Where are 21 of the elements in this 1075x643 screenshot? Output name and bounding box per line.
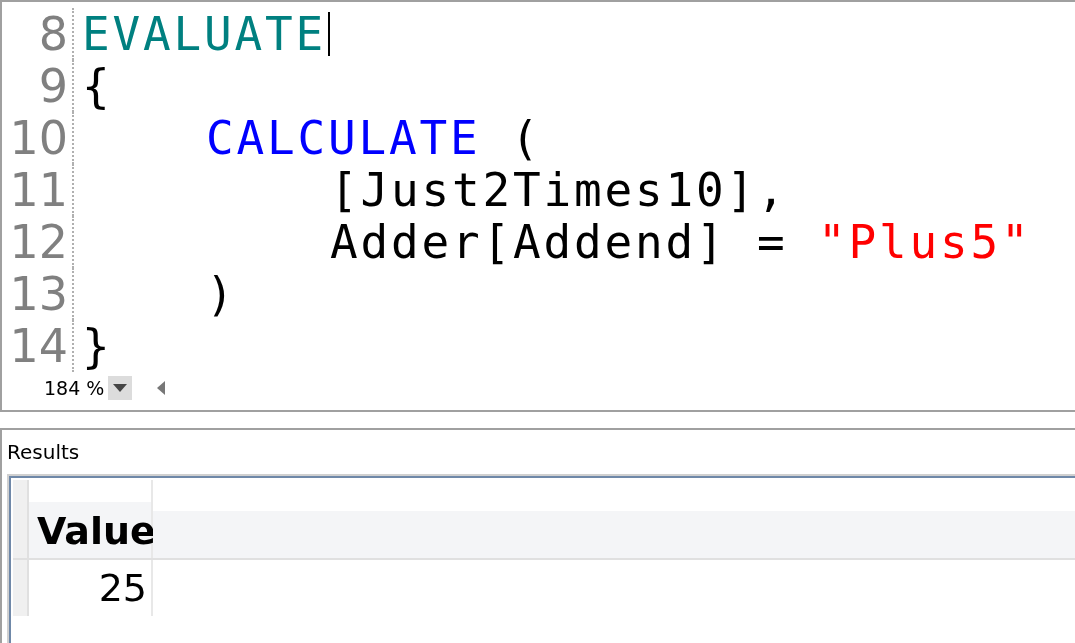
line-number: 14 [2, 320, 74, 372]
scroll-left-icon[interactable] [157, 381, 166, 395]
code-line: Adder[Addend] = "Plus5" [329, 216, 1032, 268]
code-line: [Just2Times10], [329, 164, 788, 216]
table-cell: 25 [29, 560, 153, 616]
line-number: 8 [2, 8, 74, 60]
code-line: CALCULATE ( [205, 112, 542, 164]
line-number: 10 [2, 112, 74, 164]
code-line: } [81, 320, 113, 372]
line-number: 11 [2, 164, 74, 216]
column-header[interactable]: Value [29, 480, 153, 558]
code-line: { [81, 60, 113, 112]
line-number: 13 [2, 268, 74, 320]
results-title: Results [6, 439, 81, 464]
zoom-level: 184 % [44, 377, 105, 399]
zoom-dropdown-button[interactable] [108, 376, 133, 400]
code-line: ) [205, 268, 237, 320]
line-number: 12 [2, 216, 74, 268]
line-number: 9 [2, 60, 74, 112]
caret-icon [113, 384, 128, 392]
code-line: EVALUATE [74, 8, 330, 60]
